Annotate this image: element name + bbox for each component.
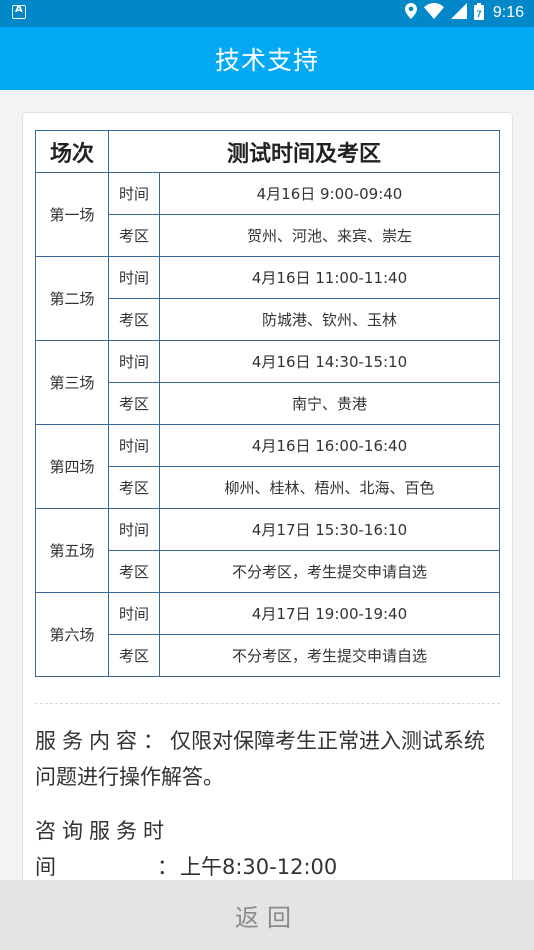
area-label: 考区 xyxy=(108,382,160,425)
session-time: 4月16日 14:30-15:10 xyxy=(159,340,500,383)
session-area: 贺州、河池、来宾、崇左 xyxy=(159,214,500,257)
session-time: 4月17日 19:00-19:40 xyxy=(159,592,500,635)
table-row: 第三场 时间 4月16日 14:30-15:10 xyxy=(35,340,500,425)
session-area: 不分考区，考生提交申请自选 xyxy=(159,634,500,677)
session-time: 4月16日 9:00-09:40 xyxy=(159,172,500,215)
table-row: 第二场 时间 4月16日 11:00-11:40 xyxy=(35,256,500,341)
divider xyxy=(35,703,500,704)
notification-app-icon xyxy=(12,4,26,19)
status-icons: 7 9:16 xyxy=(404,2,524,24)
svg-text:7: 7 xyxy=(476,9,481,19)
page-title: 技术支持 xyxy=(214,45,319,75)
battery-icon: 7 xyxy=(473,2,484,24)
session-time: 4月17日 15:30-16:10 xyxy=(159,508,500,551)
time-label: 时间 xyxy=(108,256,160,299)
session-time: 4月16日 16:00-16:40 xyxy=(159,424,500,467)
schedule-table: 场次 测试时间及考区 第一场 时间 4月16日 9:00-09:40 考区 贺州… xyxy=(35,130,500,677)
signal-icon xyxy=(450,3,467,23)
hours-colon: ： xyxy=(157,855,178,879)
session-name: 第四场 xyxy=(35,424,109,509)
header-session: 场次 xyxy=(35,130,109,173)
time-label: 时间 xyxy=(108,424,160,467)
area-label: 考区 xyxy=(108,466,160,509)
session-area: 柳州、桂林、梧州、北海、百色 xyxy=(159,466,500,509)
area-label: 考区 xyxy=(108,550,160,593)
table-row: 第一场 时间 4月16日 9:00-09:40 xyxy=(35,172,500,257)
table-row: 第四场 时间 4月16日 16:00-16:40 xyxy=(35,424,500,509)
session-area: 不分考区，考生提交申请自选 xyxy=(159,550,500,593)
service-content: 服务内容：仅限对保障考生正常进入测试系统问题进行操作解答。 xyxy=(35,723,505,795)
back-button[interactable]: 返回 xyxy=(235,898,299,933)
time-label: 时间 xyxy=(108,508,160,551)
session-area: 防城港、钦州、玉林 xyxy=(159,298,500,341)
time-label: 时间 xyxy=(108,172,160,215)
session-name: 第三场 xyxy=(35,340,109,425)
session-time: 4月16日 11:00-11:40 xyxy=(159,256,500,299)
session-area: 南宁、贵港 xyxy=(159,382,500,425)
table-row: 第六场 时间 4月17日 19:00-19:40 xyxy=(35,592,500,677)
time-label: 时间 xyxy=(108,340,160,383)
location-icon xyxy=(404,3,417,23)
service-label: 服务内容： xyxy=(35,729,170,753)
table-header-row: 场次 测试时间及考区 xyxy=(35,130,500,173)
area-label: 考区 xyxy=(108,298,160,341)
session-name: 第一场 xyxy=(35,172,109,257)
time-label: 时间 xyxy=(108,592,160,635)
area-label: 考区 xyxy=(108,634,160,677)
hours-value: 上午8:30-12:00 xyxy=(180,855,338,879)
status-bar: 7 9:16 xyxy=(0,0,534,27)
session-name: 第五场 xyxy=(35,508,109,593)
bottom-bar: 返回 xyxy=(0,880,534,950)
session-name: 第二场 xyxy=(35,256,109,341)
app-bar: 技术支持 xyxy=(0,27,534,90)
info-card: 场次 测试时间及考区 第一场 时间 4月16日 9:00-09:40 考区 贺州… xyxy=(22,112,513,880)
area-label: 考区 xyxy=(108,214,160,257)
clock: 9:16 xyxy=(492,4,524,21)
header-time-area: 测试时间及考区 xyxy=(108,130,500,173)
wifi-icon xyxy=(423,3,444,23)
table-row: 第五场 时间 4月17日 15:30-16:10 xyxy=(35,508,500,593)
session-name: 第六场 xyxy=(35,592,109,677)
content-area[interactable]: 场次 测试时间及考区 第一场 时间 4月16日 9:00-09:40 考区 贺州… xyxy=(0,90,534,880)
